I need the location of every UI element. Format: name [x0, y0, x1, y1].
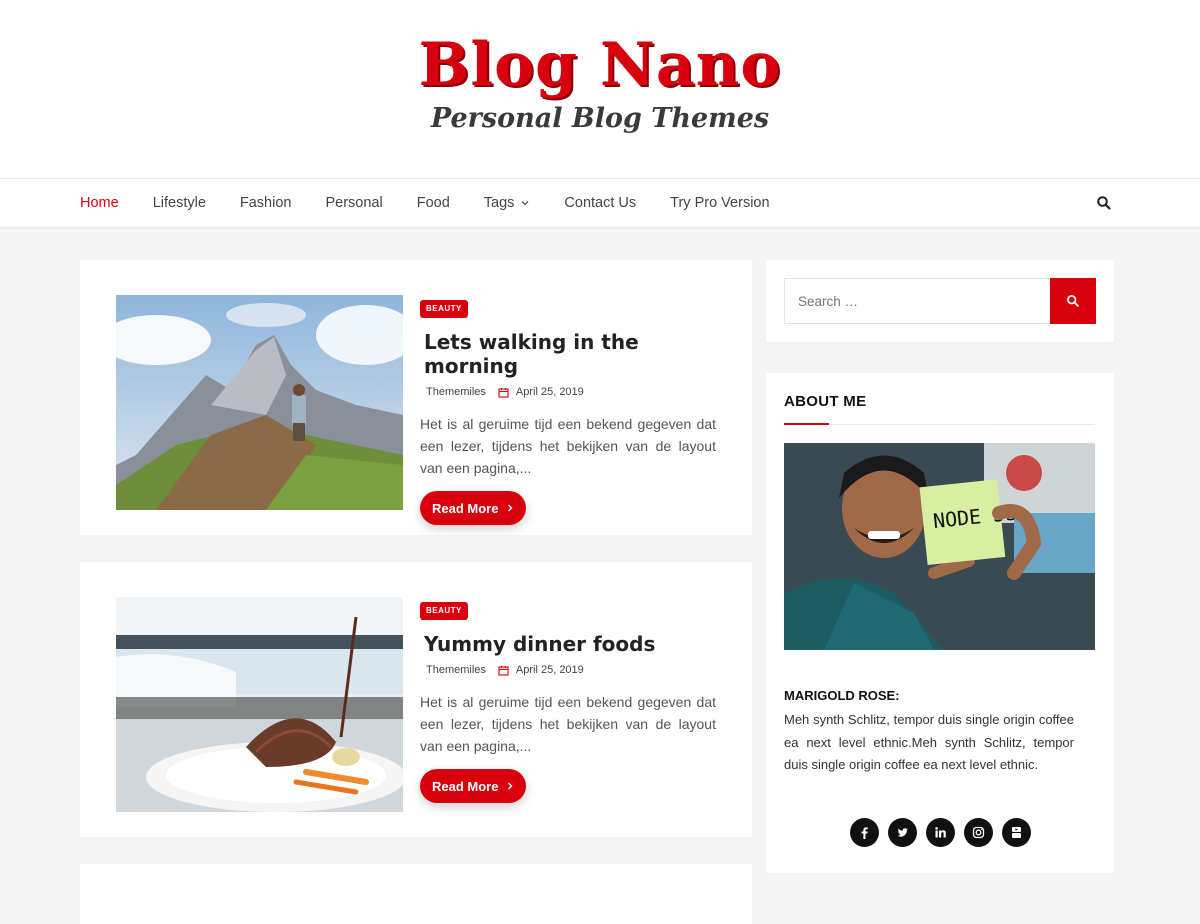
nav-item-home[interactable]: Home: [80, 195, 119, 211]
facebook-icon[interactable]: [850, 818, 879, 847]
post-thumbnail-steak-waterfall[interactable]: [116, 597, 403, 812]
site-tagline: Personal Blog Themes: [430, 103, 770, 134]
post-meta: Thememiles April 25, 2019: [426, 386, 716, 398]
post-card: BEAUTY Yummy dinner foods Thememiles Apr…: [80, 562, 752, 837]
nav-menu: Home Lifestyle Fashion Personal Food Tag…: [80, 179, 804, 227]
read-more-label: Read More: [432, 778, 499, 794]
calendar-icon: [498, 387, 509, 398]
read-more-button[interactable]: Read More: [420, 769, 527, 803]
main-navigation: Home Lifestyle Fashion Personal Food Tag…: [0, 178, 1200, 228]
site-header: Blog Nano Personal Blog Themes: [0, 0, 1200, 178]
nav-item-lifestyle[interactable]: Lifestyle: [153, 195, 206, 211]
post-excerpt: Het is al geruime tijd een bekend gegeve…: [420, 694, 716, 754]
read-more-label: Read More: [432, 500, 499, 516]
about-text: Meh synth Schlitz, tempor duis single or…: [784, 712, 1074, 772]
calendar-icon: [498, 665, 509, 676]
twitter-icon[interactable]: [888, 818, 917, 847]
search-input[interactable]: [784, 278, 1051, 324]
chevron-right-icon: [508, 782, 513, 790]
read-more-button[interactable]: Read More: [420, 491, 527, 525]
post-body: BEAUTY Lets walking in the morning Theme…: [420, 298, 716, 525]
category-badge[interactable]: BEAUTY: [420, 300, 468, 318]
post-excerpt: Het is al geruime tijd een bekend gegeve…: [420, 416, 716, 476]
site-logo[interactable]: Blog Nano Personal Blog Themes: [0, 30, 1200, 134]
nav-item-tags[interactable]: Tags: [484, 195, 531, 211]
chevron-right-icon: [508, 504, 513, 512]
post-author[interactable]: Thememiles: [426, 386, 486, 398]
site-title[interactable]: Blog Nano: [0, 30, 1200, 100]
post-author[interactable]: Thememiles: [426, 664, 486, 676]
post-title[interactable]: Lets walking in the morning: [424, 330, 716, 378]
post-date[interactable]: April 25, 2019: [516, 386, 584, 398]
linkedin-icon[interactable]: [926, 818, 955, 847]
social-links: [850, 818, 1040, 847]
widget-divider-accent: [784, 423, 829, 425]
about-widget: ABOUT ME NODE JS MARIGOLD ROSE: Meh synt…: [766, 373, 1114, 873]
search-button[interactable]: [1050, 278, 1096, 324]
nav-item-food[interactable]: Food: [417, 195, 450, 211]
category-badge[interactable]: BEAUTY: [420, 602, 468, 620]
nav-item-fashion[interactable]: Fashion: [240, 195, 292, 211]
search-icon: [1067, 295, 1079, 307]
widget-divider: [784, 424, 1095, 425]
nav-item-pro[interactable]: Try Pro Version: [670, 195, 769, 211]
post-card: BEAUTY Lets walking in the morning Theme…: [80, 260, 752, 535]
nav-item-tags-label: Tags: [483, 195, 515, 211]
nav-item-personal[interactable]: Personal: [325, 195, 382, 211]
post-meta: Thememiles April 25, 2019: [426, 664, 716, 676]
about-name: MARIGOLD ROSE:: [784, 688, 900, 703]
post-thumbnail-mountain-hiker[interactable]: [116, 295, 403, 510]
search-icon[interactable]: [1096, 195, 1112, 211]
youtube-icon[interactable]: [1002, 818, 1031, 847]
post-title[interactable]: Yummy dinner foods: [424, 632, 716, 656]
instagram-icon[interactable]: [964, 818, 993, 847]
widget-title: ABOUT ME: [784, 393, 867, 410]
nav-item-contact[interactable]: Contact Us: [564, 195, 636, 211]
chevron-down-icon: [521, 201, 529, 206]
post-date[interactable]: April 25, 2019: [516, 664, 584, 676]
about-photo: NODE JS: [784, 443, 1095, 650]
post-card: [80, 864, 752, 924]
search-widget: [766, 260, 1114, 342]
post-body: BEAUTY Yummy dinner foods Thememiles Apr…: [420, 600, 716, 803]
